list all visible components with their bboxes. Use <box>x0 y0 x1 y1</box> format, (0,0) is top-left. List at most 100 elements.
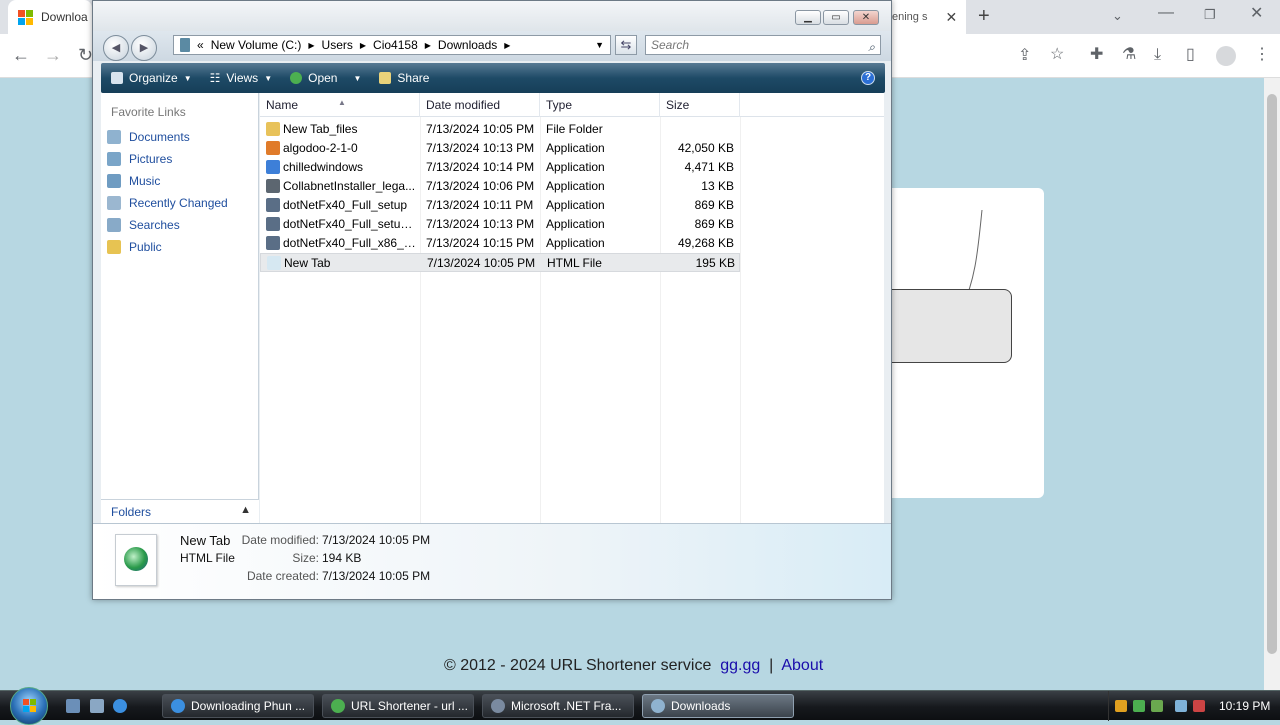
close-button[interactable]: ✕ <box>853 10 879 25</box>
share-icon[interactable]: ⇪ <box>1018 48 1031 64</box>
file-row[interactable]: dotNetFx40_Full_x86_x64 7/13/2024 10:15 P… <box>260 234 740 253</box>
forward-button[interactable]: ▶ <box>131 35 157 61</box>
file-row[interactable]: CollabnetInstaller_lega... 7/13/2024 10:0… <box>260 177 740 196</box>
taskbar-button-label: Microsoft .NET Fra... <box>511 699 622 713</box>
column-name[interactable]: Name ▲ <box>260 93 420 117</box>
scrollbar-thumb[interactable] <box>1267 94 1277 654</box>
breadcrumb-arrow-icon[interactable]: ▶ <box>360 41 366 50</box>
chevron-up-icon[interactable]: ▲ <box>240 504 251 516</box>
shorten-button[interactable] <box>892 289 1012 363</box>
favorite-documents[interactable]: Documents <box>107 127 190 147</box>
file-row[interactable]: dotNetFx40_Full_setup ... 7/13/2024 10:13… <box>260 215 740 234</box>
file-date: 7/13/2024 10:15 PM <box>426 234 538 253</box>
breadcrumb-user[interactable]: Cio4158 <box>373 38 418 52</box>
favorite-pictures[interactable]: Pictures <box>107 149 172 169</box>
extensions-icon[interactable]: ✚ <box>1090 47 1103 63</box>
favorite-searches[interactable]: Searches <box>107 215 180 235</box>
minimize-button[interactable]: ▁ <box>795 10 821 25</box>
explorer-window[interactable]: ▁ ▭ ✕ ◀ ▶ « New Volume (C:) ▶ Users ▶ Ci… <box>92 0 892 600</box>
file-size-text: 13 KB <box>701 179 734 193</box>
shield-icon[interactable] <box>1115 700 1127 712</box>
profile-avatar[interactable] <box>1216 46 1236 66</box>
favorite-recently-changed[interactable]: Recently Changed <box>107 193 228 213</box>
breadcrumb-overflow[interactable]: « <box>197 38 204 52</box>
update-icon[interactable] <box>1151 700 1163 712</box>
bookmark-star-icon[interactable]: ☆ <box>1050 47 1064 63</box>
back-button[interactable]: ◀ <box>103 35 129 61</box>
show-desktop-icon[interactable] <box>66 699 80 713</box>
search-input[interactable]: Search ⌕ <box>645 35 881 55</box>
taskbar-button[interactable]: Microsoft .NET Fra... <box>482 694 634 718</box>
browser-tab-active[interactable]: Downloa <box>8 0 92 34</box>
file-type-text: HTML File <box>547 256 602 270</box>
column-type[interactable]: Type <box>540 93 660 117</box>
restore-icon[interactable]: ❐ <box>1204 7 1216 23</box>
navigation-pane: Favorite Links Documents Pictures Music … <box>101 93 259 523</box>
file-name: algodoo-2-1-0 <box>266 139 418 158</box>
file-date-text: 7/13/2024 10:05 PM <box>427 256 536 270</box>
clock[interactable]: 10:19 PM <box>1219 699 1270 713</box>
column-date-modified[interactable]: Date modified <box>420 93 540 117</box>
site-link[interactable]: gg.gg <box>720 657 760 674</box>
switch-windows-icon[interactable] <box>90 699 104 713</box>
breadcrumb-arrow-icon[interactable]: ▶ <box>308 41 314 50</box>
reload-icon[interactable]: ↻ <box>78 46 93 64</box>
views-icon: ☷ <box>209 71 221 85</box>
maximize-button[interactable]: ▭ <box>823 10 849 25</box>
breadcrumb-arrow-icon[interactable]: ▶ <box>425 41 431 50</box>
column-label: Name <box>266 98 299 112</box>
browser-tab-other[interactable]: ening s ✕ <box>890 0 966 34</box>
menu-icon[interactable]: ⋮ <box>1254 47 1270 63</box>
minimize-icon[interactable]: — <box>1158 5 1174 21</box>
html-file-icon <box>115 534 157 586</box>
address-bar[interactable]: « New Volume (C:) ▶ Users ▶ Cio4158 ▶ Do… <box>173 35 611 55</box>
forward-icon[interactable]: → <box>44 46 62 64</box>
organize-label: Organize <box>129 71 178 85</box>
back-icon[interactable]: ← <box>12 46 30 64</box>
taskbar-button[interactable]: URL Shortener - url ... <box>322 694 474 718</box>
breadcrumb-users[interactable]: Users <box>322 38 353 52</box>
volume-muted-icon[interactable] <box>1193 700 1205 712</box>
explorer-titlebar[interactable]: ▁ ▭ ✕ <box>93 1 891 31</box>
safely-remove-icon[interactable] <box>1133 700 1145 712</box>
network-icon[interactable] <box>1175 700 1187 712</box>
file-list[interactable]: Name ▲ Date modified Type Size New Tab_f… <box>260 93 884 523</box>
tab-search-icon[interactable]: ⌄ <box>1112 8 1123 24</box>
address-dropdown-icon[interactable]: ▼ <box>595 40 604 50</box>
new-tab-button[interactable]: + <box>978 5 990 28</box>
side-panel-icon[interactable]: ▯ <box>1186 47 1195 63</box>
start-button[interactable] <box>10 687 48 725</box>
file-size: 195 KB <box>661 254 735 273</box>
about-link[interactable]: About <box>781 657 823 674</box>
help-icon[interactable]: ? <box>861 71 875 85</box>
search-icon[interactable]: ⌕ <box>868 38 875 56</box>
file-name-text: New Tab <box>284 256 331 270</box>
file-row[interactable]: New Tab 7/13/2024 10:05 PM HTML File 195 KB <box>260 253 740 272</box>
breadcrumb-downloads[interactable]: Downloads <box>438 38 497 52</box>
file-name-text: dotNetFx40_Full_x86_x64 <box>283 236 418 250</box>
tab-close-icon[interactable]: ✕ <box>945 9 957 26</box>
taskbar-button[interactable]: Downloading Phun ... <box>162 694 314 718</box>
taskbar-button[interactable]: Downloads <box>642 694 794 718</box>
file-row[interactable]: algodoo-2-1-0 7/13/2024 10:13 PM Applicati… <box>260 139 740 158</box>
folders-toggle[interactable]: Folders ▲ <box>101 499 259 523</box>
download-icon[interactable]: ⤓ <box>1154 47 1161 63</box>
breadcrumb-drive[interactable]: New Volume (C:) <box>211 38 302 52</box>
internet-explorer-icon[interactable] <box>113 699 127 713</box>
organize-button[interactable]: Organize ▼ <box>111 71 192 85</box>
close-window-icon[interactable]: ✕ <box>1250 6 1263 22</box>
views-button[interactable]: ☷ Views ▼ <box>210 71 272 85</box>
column-size[interactable]: Size <box>660 93 740 117</box>
favorite-music[interactable]: Music <box>107 171 160 191</box>
open-button[interactable]: Open ▼ <box>290 71 361 85</box>
file-row[interactable]: New Tab_files 7/13/2024 10:05 PM File Fold… <box>260 120 740 139</box>
column-headers: Name ▲ Date modified Type Size <box>260 93 884 117</box>
share-button[interactable]: Share <box>379 71 429 85</box>
breadcrumb-arrow-icon[interactable]: ▶ <box>504 41 510 50</box>
ie-icon <box>171 699 185 713</box>
file-row[interactable]: dotNetFx40_Full_setup 7/13/2024 10:11 PM A… <box>260 196 740 215</box>
file-row[interactable]: chilledwindows 7/13/2024 10:14 PM Applicat… <box>260 158 740 177</box>
lab-flask-icon[interactable]: ⚗ <box>1122 47 1136 63</box>
favorite-public[interactable]: Public <box>107 237 162 257</box>
refresh-button[interactable]: ⇆ <box>615 35 637 55</box>
